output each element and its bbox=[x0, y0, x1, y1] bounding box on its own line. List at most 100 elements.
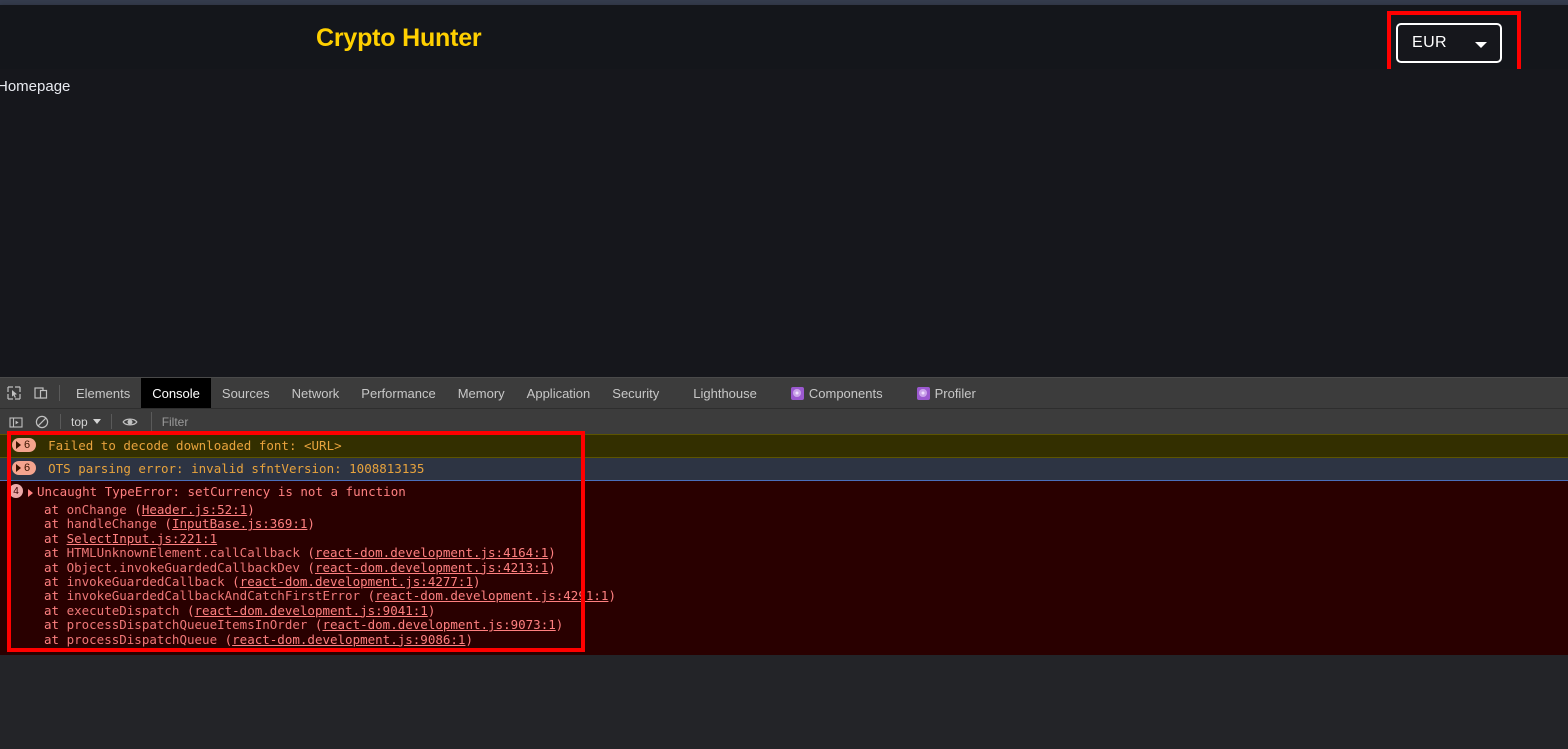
tab-label: Network bbox=[291, 385, 340, 401]
web-page-viewport: Crypto Hunter EUR Homepage bbox=[0, 5, 1568, 377]
console-filter-input[interactable] bbox=[150, 411, 1564, 432]
console-context-label: top bbox=[71, 414, 88, 429]
stack-paren-close: ) bbox=[427, 602, 436, 618]
stack-at-keyword: at bbox=[44, 545, 67, 561]
tab-components[interactable]: Components bbox=[780, 378, 894, 408]
devtools-tabbar: Elements Console Sources Network Perform… bbox=[0, 378, 1568, 408]
stack-paren-close: ) bbox=[307, 516, 315, 532]
stack-source-link[interactable]: react-dom.development.js:4213:1 bbox=[315, 560, 548, 575]
tab-label: Elements bbox=[76, 385, 131, 401]
console-message-list[interactable]: 6 Failed to decode downloaded font: <URL… bbox=[0, 434, 1568, 749]
stack-function-name: HTMLUnknownElement.callCallback bbox=[66, 545, 300, 561]
tab-memory[interactable]: Memory bbox=[447, 378, 516, 408]
stack-function-name: executeDispatch bbox=[66, 602, 180, 618]
chevron-down-icon bbox=[1475, 42, 1487, 48]
chevron-down-icon bbox=[92, 419, 101, 424]
stack-trace-line: at Object.invokeGuardedCallbackDev (reac… bbox=[0, 559, 1568, 576]
nav-link-homepage[interactable]: Homepage bbox=[0, 78, 70, 95]
inspect-element-icon[interactable] bbox=[0, 378, 27, 408]
tab-elements[interactable]: Elements bbox=[65, 378, 141, 408]
stack-paren-open: ( bbox=[299, 545, 315, 561]
expand-triangle-icon bbox=[16, 464, 21, 472]
stack-paren-close: ) bbox=[465, 631, 473, 647]
stack-source-link[interactable]: react-dom.development.js:4164:1 bbox=[315, 545, 548, 560]
console-sidebar-icon[interactable] bbox=[3, 411, 29, 433]
console-message-text: Failed to decode downloaded font: <URL> bbox=[48, 438, 342, 453]
toolbar-divider bbox=[59, 385, 60, 401]
message-group-badge[interactable]: 6 bbox=[12, 438, 37, 452]
expand-triangle-icon bbox=[16, 441, 21, 449]
stack-source-link[interactable]: react-dom.development.js:9041:1 bbox=[195, 603, 428, 618]
stack-source-link[interactable]: SelectInput.js:221:1 bbox=[67, 531, 218, 546]
message-count: 6 bbox=[24, 438, 31, 451]
stack-paren-open: ( bbox=[299, 559, 315, 575]
live-expression-icon[interactable] bbox=[117, 411, 143, 433]
stack-paren-close: ) bbox=[548, 545, 556, 561]
devtools-panel: Elements Console Sources Network Perform… bbox=[0, 377, 1568, 749]
stack-trace-line: at HTMLUnknownElement.callCallback (reac… bbox=[0, 545, 1568, 561]
tab-console[interactable]: Console bbox=[141, 378, 211, 408]
stack-source-link[interactable]: react-dom.development.js:4277:1 bbox=[240, 574, 473, 589]
expand-triangle-icon[interactable] bbox=[28, 489, 33, 497]
stack-function-name: handleChange bbox=[66, 516, 157, 532]
stack-at-keyword: at bbox=[44, 530, 67, 546]
stack-source-link[interactable]: Header.js:52:1 bbox=[142, 502, 247, 517]
stack-source-link[interactable]: react-dom.development.js:9086:1 bbox=[232, 632, 465, 647]
stack-paren-close: ) bbox=[472, 574, 481, 590]
tab-network[interactable]: Network bbox=[281, 378, 351, 408]
message-count: 6 bbox=[24, 461, 31, 474]
stack-trace-line: at invokeGuardedCallback (react-dom.deve… bbox=[0, 574, 1568, 590]
stack-paren-open: ( bbox=[307, 617, 323, 633]
clear-console-icon[interactable] bbox=[29, 411, 55, 433]
stack-at-keyword: at bbox=[44, 631, 67, 647]
stack-paren-close: ) bbox=[247, 502, 255, 517]
stack-paren-close: ) bbox=[548, 559, 556, 575]
console-error-header[interactable]: 4 Uncaught TypeError: setCurrency is not… bbox=[0, 481, 1568, 503]
tab-sources[interactable]: Sources bbox=[211, 378, 281, 408]
console-message-warning[interactable]: 6 Failed to decode downloaded font: <URL… bbox=[0, 434, 1568, 458]
error-count: 4 bbox=[13, 485, 19, 497]
console-message-info[interactable]: 6 OTS parsing error: invalid sfntVersion… bbox=[0, 458, 1568, 481]
stack-paren-close: ) bbox=[608, 588, 616, 604]
tab-label: Lighthouse bbox=[693, 385, 757, 401]
stack-paren-open: ( bbox=[217, 631, 233, 647]
stack-at-keyword: at bbox=[44, 602, 67, 618]
stack-function-name: processDispatchQueue bbox=[66, 631, 218, 647]
stack-function-name: onChange bbox=[66, 502, 127, 517]
stack-trace-line: at handleChange (InputBase.js:369:1) bbox=[0, 516, 1568, 532]
device-toolbar-icon[interactable] bbox=[27, 378, 54, 408]
stack-at-keyword: at bbox=[44, 617, 67, 633]
stack-paren-open: ( bbox=[179, 602, 195, 618]
tab-profiler[interactable]: Profiler bbox=[906, 378, 987, 408]
tab-security[interactable]: Security bbox=[601, 378, 670, 408]
console-message-error[interactable]: 4 Uncaught TypeError: setCurrency is not… bbox=[0, 481, 1568, 656]
app-header-bar: Crypto Hunter EUR bbox=[0, 5, 1568, 75]
stack-source-link[interactable]: react-dom.development.js:4291:1 bbox=[375, 588, 608, 603]
stack-trace-line: at SelectInput.js:221:1 bbox=[0, 530, 1568, 547]
console-context-selector[interactable]: top bbox=[66, 415, 106, 429]
stack-at-keyword: at bbox=[44, 502, 67, 517]
error-stack-trace: at onChange (Header.js:52:1) at handleCha… bbox=[0, 502, 1568, 648]
tab-performance[interactable]: Performance bbox=[350, 378, 446, 408]
message-group-badge[interactable]: 6 bbox=[12, 461, 37, 475]
tab-label: Memory bbox=[457, 385, 505, 401]
stack-trace-line: at processDispatchQueue (react-dom.devel… bbox=[0, 631, 1568, 648]
react-icon bbox=[916, 386, 930, 400]
stack-source-link[interactable]: react-dom.development.js:9073:1 bbox=[322, 617, 555, 632]
tab-label: Security bbox=[612, 385, 660, 401]
currency-select[interactable]: EUR bbox=[1396, 23, 1502, 63]
stack-paren-open: ( bbox=[224, 574, 240, 590]
stack-paren-open: ( bbox=[126, 502, 142, 517]
tab-label: Performance bbox=[361, 385, 436, 401]
page-title: Crypto Hunter bbox=[316, 24, 482, 52]
stack-paren-open: ( bbox=[360, 588, 376, 604]
tab-lighthouse[interactable]: Lighthouse bbox=[682, 378, 768, 408]
stack-trace-line: at processDispatchQueueItemsInOrder (rea… bbox=[0, 617, 1568, 633]
error-count-badge[interactable]: 4 bbox=[9, 484, 23, 498]
stack-source-link[interactable]: InputBase.js:369:1 bbox=[172, 516, 307, 531]
stack-trace-line: at onChange (Header.js:52:1) bbox=[0, 502, 1568, 518]
stack-function-name: invokeGuardedCallback bbox=[66, 574, 225, 590]
stack-trace-line: at invokeGuardedCallbackAndCatchFirstErr… bbox=[0, 588, 1568, 604]
stack-function-name: invokeGuardedCallbackAndCatchFirstError bbox=[66, 588, 361, 604]
tab-application[interactable]: Application bbox=[516, 378, 602, 408]
